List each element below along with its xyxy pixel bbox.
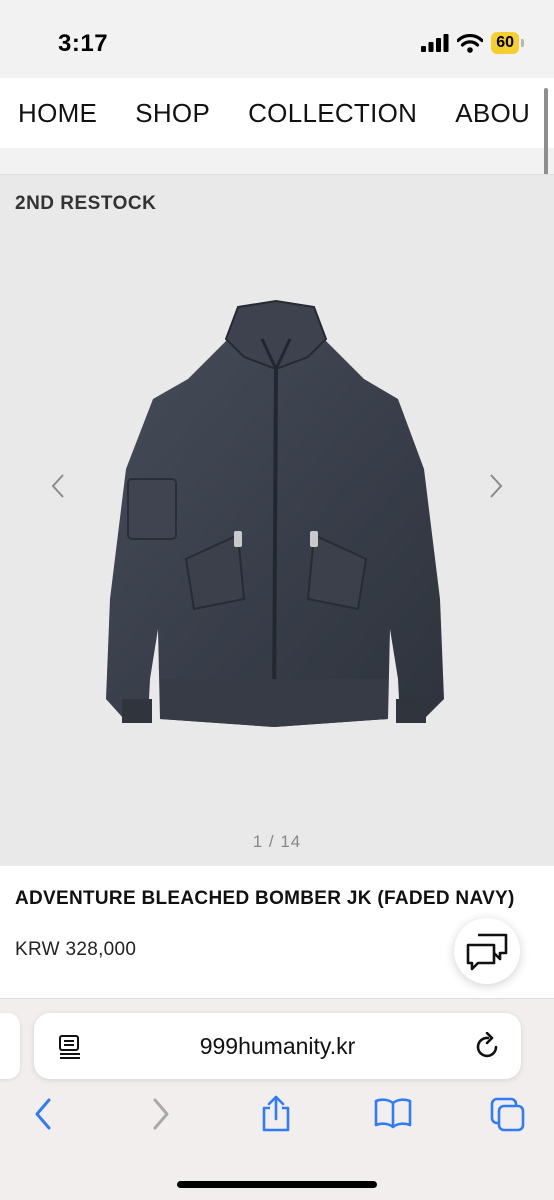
product-image [106, 299, 444, 727]
chat-button[interactable] [454, 918, 520, 984]
image-counter: 1 / 14 [252, 832, 302, 851]
forward-icon[interactable] [150, 1097, 172, 1131]
signal-icon [421, 34, 449, 52]
back-icon[interactable] [32, 1097, 54, 1131]
tabs-icon[interactable] [490, 1097, 526, 1133]
chat-bubbles-icon [466, 933, 508, 971]
browser-toolbar [0, 1095, 554, 1141]
battery-indicator: 60 [491, 32, 519, 54]
product-title: ADVENTURE BLEACHED BOMBER JK (FADED NAVY… [15, 888, 515, 909]
bookmarks-icon[interactable] [374, 1097, 412, 1129]
product-price: KRW 328,000 [15, 939, 137, 960]
main-nav: HOME SHOP COLLECTION ABOU [0, 78, 554, 148]
battery-tip [521, 39, 524, 47]
nav-item-about[interactable]: ABOU [455, 98, 530, 129]
home-indicator [177, 1181, 377, 1188]
share-icon[interactable] [260, 1095, 292, 1133]
status-icons: 60 [421, 32, 524, 54]
nav-item-shop[interactable]: SHOP [135, 98, 210, 129]
status-bar: 3:17 60 [0, 0, 554, 78]
restock-badge: 2ND RESTOCK [15, 193, 157, 214]
previous-tab-peek[interactable] [0, 1013, 20, 1079]
product-image-carousel[interactable]: 2ND RESTOCK 1 / 14 [0, 174, 554, 866]
wifi-icon [457, 33, 484, 53]
nav-item-collection[interactable]: COLLECTION [248, 98, 417, 129]
nav-item-home[interactable]: HOME [18, 98, 97, 129]
nav-wrapper: HOME SHOP COLLECTION ABOU [0, 78, 554, 174]
url-text: 999humanity.kr [199, 1033, 356, 1059]
reload-icon[interactable] [475, 1032, 501, 1060]
chevron-right-icon[interactable] [484, 473, 506, 499]
chevron-left-icon[interactable] [48, 473, 70, 499]
status-time: 3:17 [58, 30, 109, 57]
address-bar[interactable]: 999humanity.kr [34, 1013, 521, 1079]
browser-chrome: 999humanity.kr [0, 998, 554, 1200]
